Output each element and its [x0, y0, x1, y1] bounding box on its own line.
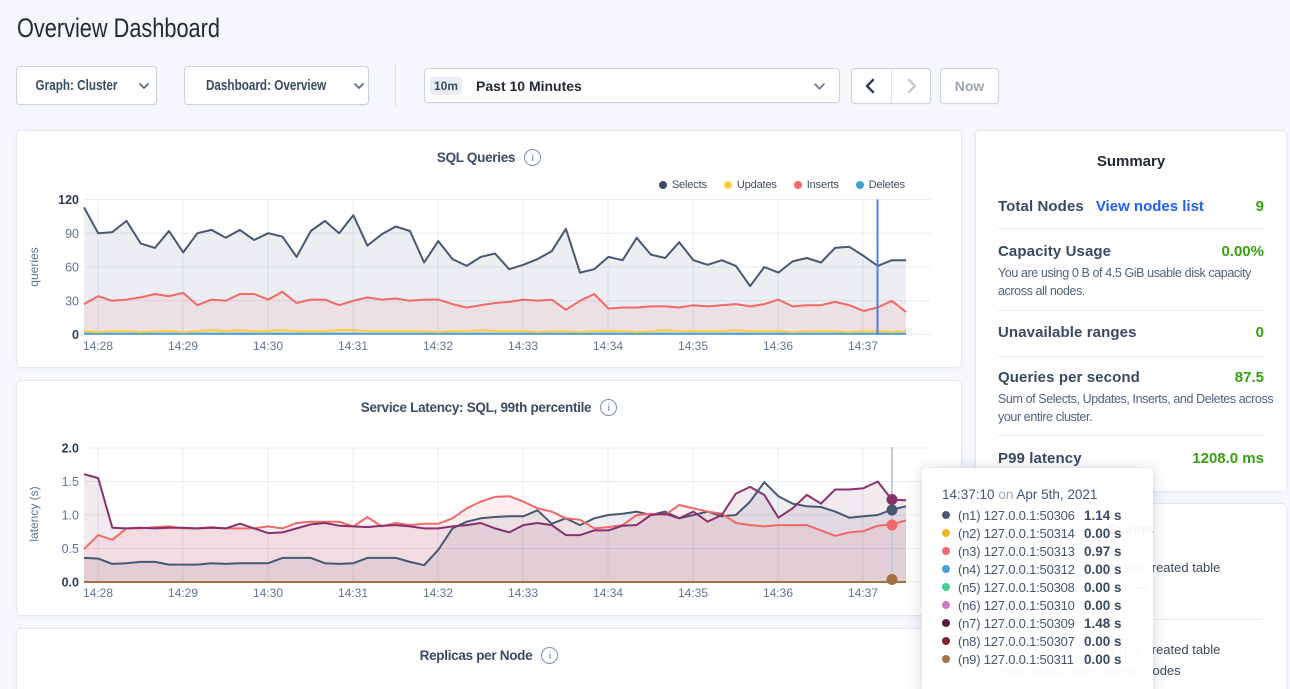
svg-text:14:36: 14:36 [763, 339, 793, 353]
svg-text:120: 120 [58, 193, 79, 207]
svg-text:0.5: 0.5 [62, 542, 79, 556]
svg-text:14:37: 14:37 [848, 339, 878, 353]
svg-text:14:34: 14:34 [593, 586, 623, 600]
svg-text:30: 30 [65, 294, 79, 308]
svg-text:14:32: 14:32 [423, 339, 453, 353]
svg-text:14:30: 14:30 [253, 339, 283, 353]
svg-text:14:29: 14:29 [168, 339, 198, 353]
svg-text:60: 60 [65, 261, 79, 275]
svg-text:1.5: 1.5 [62, 475, 79, 489]
svg-text:2.0: 2.0 [62, 442, 79, 456]
svg-text:latency (s): latency (s) [27, 486, 41, 541]
svg-text:14:28: 14:28 [83, 586, 113, 600]
svg-text:14:37: 14:37 [848, 586, 878, 600]
svg-text:90: 90 [65, 227, 79, 241]
svg-text:14:31: 14:31 [338, 339, 368, 353]
svg-text:14:34: 14:34 [593, 339, 623, 353]
svg-text:14:35: 14:35 [678, 586, 708, 600]
svg-text:14:30: 14:30 [253, 586, 283, 600]
svg-text:14:33: 14:33 [508, 339, 538, 353]
svg-text:14:33: 14:33 [508, 586, 538, 600]
svg-text:1.0: 1.0 [62, 509, 79, 523]
svg-text:0.0: 0.0 [62, 576, 79, 590]
svg-text:0: 0 [72, 328, 79, 342]
svg-text:queries: queries [27, 247, 41, 286]
svg-text:14:35: 14:35 [678, 339, 708, 353]
svg-text:14:31: 14:31 [338, 586, 368, 600]
svg-text:14:36: 14:36 [763, 586, 793, 600]
svg-text:14:32: 14:32 [423, 586, 453, 600]
svg-text:14:28: 14:28 [83, 339, 113, 353]
svg-text:14:29: 14:29 [168, 586, 198, 600]
